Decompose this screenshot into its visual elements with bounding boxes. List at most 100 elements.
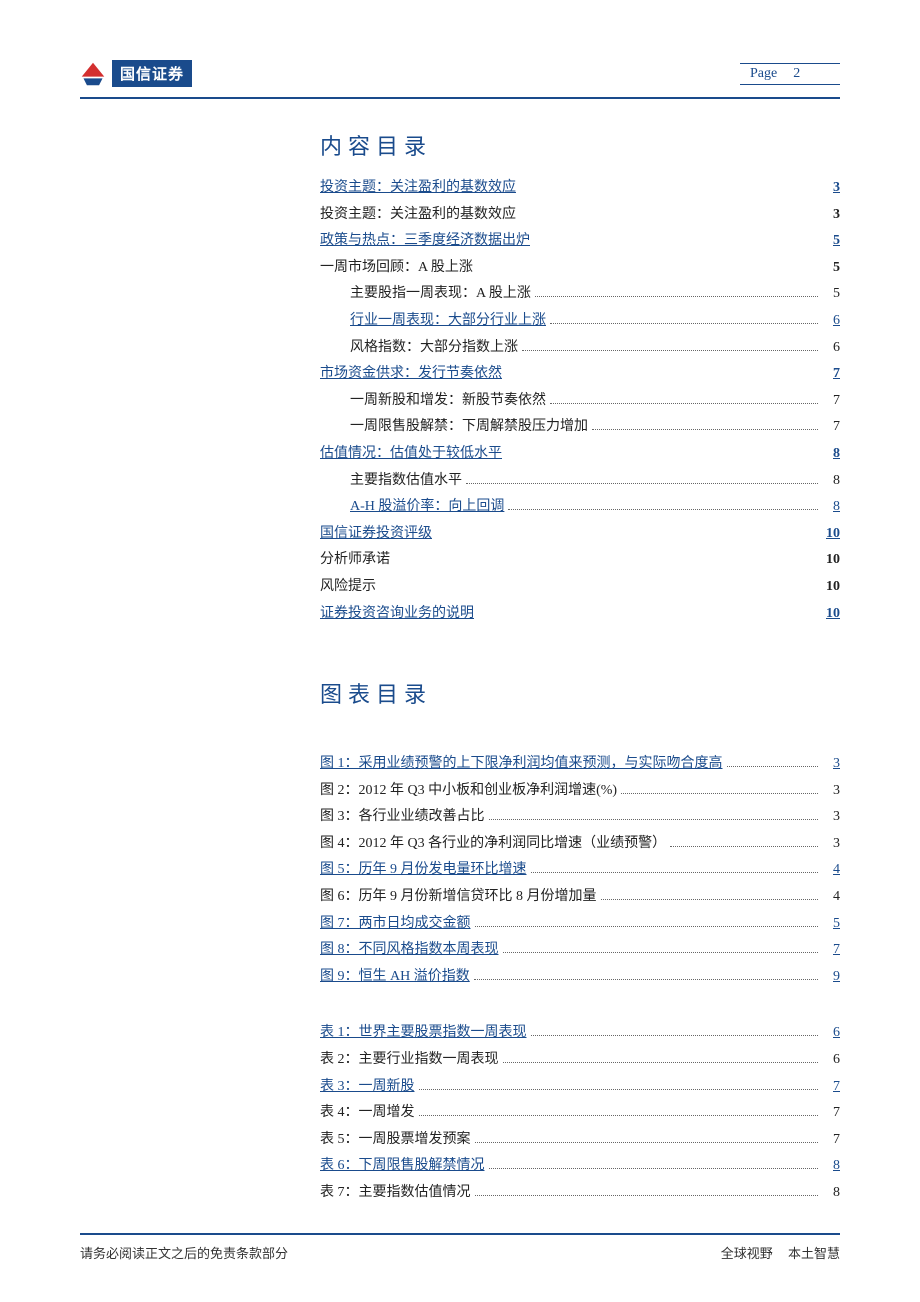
toc-row: 表 5：一周股票增发预案 7	[320, 1127, 840, 1154]
toc-entry-label[interactable]: 证券投资咨询业务的说明	[320, 601, 474, 628]
figures-heading: 图表目录	[320, 677, 840, 709]
toc-entry-page[interactable]: 5	[822, 228, 840, 255]
toc-entry-page[interactable]: 7	[822, 937, 840, 964]
toc-leader	[531, 1035, 819, 1036]
toc-row[interactable]: 行业一周表现：大部分行业上涨 6	[320, 308, 840, 335]
toc-leader	[522, 350, 818, 351]
toc-entry-label[interactable]: 图 1：采用业绩预警的上下限净利润均值来预测，与实际吻合度高	[320, 751, 723, 778]
footer-row: 请务必阅读正文之后的免责条款部分 全球视野 本土智慧	[80, 1243, 840, 1262]
toc-entry-page[interactable]: 4	[822, 857, 840, 884]
footer-tag-2: 本土智慧	[788, 1246, 840, 1261]
toc-row: 图 3：各行业业绩改善占比 3	[320, 804, 840, 831]
toc-entry-label: 图 6：历年 9 月份新增信贷环比 8 月份增加量	[320, 884, 597, 911]
toc-entry-page[interactable]: 6	[822, 308, 840, 335]
toc-entry-page[interactable]: 8	[822, 441, 840, 468]
toc-entry-page[interactable]: 7	[822, 361, 840, 388]
toc-leader	[419, 1115, 819, 1116]
toc-row: 表 2：主要行业指数一周表现6	[320, 1047, 840, 1074]
toc-entry-label: 图 2：2012 年 Q3 中小板和创业板净利润增速(%)	[320, 778, 617, 805]
toc-list: 投资主题：关注盈利的基数效应3投资主题：关注盈利的基数效应3政策与热点：三季度经…	[320, 175, 840, 627]
header-rule	[80, 97, 840, 99]
toc-entry-page[interactable]: 3	[822, 175, 840, 202]
toc-row[interactable]: 图 9：恒生 AH 溢价指数 9	[320, 964, 840, 991]
footer-rule	[80, 1233, 840, 1235]
toc-entry-label[interactable]: 表 1：世界主要股票指数一周表现	[320, 1020, 527, 1047]
toc-row[interactable]: 国信证券投资评级 10	[320, 521, 840, 548]
toc-entry-label[interactable]: 图 5：历年 9 月份发电量环比增速	[320, 857, 527, 884]
toc-leader	[489, 1168, 819, 1169]
toc-entry-label[interactable]: 图 8：不同风格指数本周表现	[320, 937, 499, 964]
toc-entry-label: 一周市场回顾：A 股上涨	[320, 255, 473, 282]
toc-leader	[503, 1062, 819, 1063]
toc-row[interactable]: 图 1：采用业绩预警的上下限净利润均值来预测，与实际吻合度高 3	[320, 751, 840, 778]
toc-row[interactable]: 表 1：世界主要股票指数一周表现 6	[320, 1020, 840, 1047]
toc-entry-label[interactable]: 估值情况：估值处于较低水平	[320, 441, 502, 468]
toc-entry-label[interactable]: 表 6：下周限售股解禁情况	[320, 1153, 485, 1180]
toc-entry-page[interactable]: 5	[822, 911, 840, 938]
toc-row[interactable]: 估值情况：估值处于较低水平 8	[320, 441, 840, 468]
toc-row[interactable]: 图 7：两市日均成交金额 5	[320, 911, 840, 938]
toc-entry-label: 投资主题：关注盈利的基数效应	[320, 202, 516, 229]
toc-row[interactable]: 表 6：下周限售股解禁情况 8	[320, 1153, 840, 1180]
toc-row[interactable]: A-H 股溢价率：向上回调 8	[320, 494, 840, 521]
toc-entry-label[interactable]: 政策与热点：三季度经济数据出炉	[320, 228, 530, 255]
toc-row: 风格指数：大部分指数上涨6	[320, 335, 840, 362]
toc-entry-label: 表 4：一周增发	[320, 1100, 415, 1127]
toc-row[interactable]: 表 3：一周新股 7	[320, 1074, 840, 1101]
toc-entry-page: 10	[822, 547, 840, 574]
toc-leader	[727, 766, 819, 767]
toc-entry-page: 5	[822, 255, 840, 282]
toc-entry-label[interactable]: 图 7：两市日均成交金额	[320, 911, 471, 938]
toc-entry-page: 4	[822, 884, 840, 911]
toc-entry-label: 表 7：主要指数估值情况	[320, 1180, 471, 1207]
toc-row[interactable]: 证券投资咨询业务的说明 10	[320, 601, 840, 628]
toc-row[interactable]: 政策与热点：三季度经济数据出炉 5	[320, 228, 840, 255]
toc-entry-label: 主要指数估值水平	[350, 468, 462, 495]
toc-entry-label[interactable]: 图 9：恒生 AH 溢价指数	[320, 964, 470, 991]
toc-entry-page[interactable]: 9	[822, 964, 840, 991]
toc-row[interactable]: 图 5：历年 9 月份发电量环比增速 4	[320, 857, 840, 884]
toc-entry-label: 图 3：各行业业绩改善占比	[320, 804, 485, 831]
toc-row: 图 4：2012 年 Q3 各行业的净利润同比增速（业绩预警）3	[320, 831, 840, 858]
toc-row: 一周新股和增发：新股节奏依然7	[320, 388, 840, 415]
toc-entry-label[interactable]: 国信证券投资评级	[320, 521, 432, 548]
toc-leader	[531, 872, 819, 873]
toc-entry-label[interactable]: 投资主题：关注盈利的基数效应	[320, 175, 516, 202]
toc-entry-page: 3	[822, 804, 840, 831]
toc-entry-page[interactable]: 8	[822, 494, 840, 521]
page-container: 国信证券 Page 2 内容目录 投资主题：关注盈利的基数效应3投资主题：关注盈…	[0, 0, 920, 1302]
toc-entry-label[interactable]: 市场资金供求：发行节奏依然	[320, 361, 502, 388]
toc-entry-page[interactable]: 7	[822, 1074, 840, 1101]
toc-entry-label[interactable]: A-H 股溢价率：向上回调	[350, 494, 504, 521]
toc-entry-page[interactable]: 10	[822, 521, 840, 548]
toc-entry-page: 3	[822, 778, 840, 805]
toc-entry-label: 图 4：2012 年 Q3 各行业的净利润同比增速（业绩预警）	[320, 831, 666, 858]
toc-entry-label[interactable]: 表 3：一周新股	[320, 1074, 415, 1101]
toc-entry-page[interactable]: 3	[822, 751, 840, 778]
toc-leader	[592, 429, 818, 430]
toc-row[interactable]: 投资主题：关注盈利的基数效应 3	[320, 175, 840, 202]
figures-list: 图 1：采用业绩预警的上下限净利润均值来预测，与实际吻合度高 3 图 2：2012 …	[320, 751, 840, 990]
toc-entry-page: 7	[822, 1127, 840, 1154]
toc-entry-page[interactable]: 8	[822, 1153, 840, 1180]
toc-entry-page: 6	[822, 1047, 840, 1074]
logo-icon	[80, 61, 106, 87]
toc-entry-page: 8	[822, 468, 840, 495]
toc-entry-label[interactable]: 行业一周表现：大部分行业上涨	[350, 308, 546, 335]
toc-row: 投资主题：关注盈利的基数效应3	[320, 202, 840, 229]
tables-list: 表 1：世界主要股票指数一周表现 6表 2：主要行业指数一周表现6表 3：一周新股…	[320, 1020, 840, 1206]
toc-leader	[466, 483, 818, 484]
toc-entry-label: 表 5：一周股票增发预案	[320, 1127, 471, 1154]
toc-entry-page: 7	[822, 1100, 840, 1127]
toc-entry-page: 7	[822, 388, 840, 415]
toc-entry-label: 主要股指一周表现：A 股上涨	[350, 281, 531, 308]
footer-tag-1: 全球视野	[721, 1246, 773, 1261]
toc-entry-page[interactable]: 10	[822, 601, 840, 628]
toc-entry-page: 7	[822, 414, 840, 441]
toc-row[interactable]: 市场资金供求：发行节奏依然 7	[320, 361, 840, 388]
toc-leader	[475, 1142, 819, 1143]
toc-entry-page[interactable]: 6	[822, 1020, 840, 1047]
toc-row: 分析师承诺10	[320, 547, 840, 574]
toc-entry-page: 10	[822, 574, 840, 601]
toc-row[interactable]: 图 8：不同风格指数本周表现 7	[320, 937, 840, 964]
